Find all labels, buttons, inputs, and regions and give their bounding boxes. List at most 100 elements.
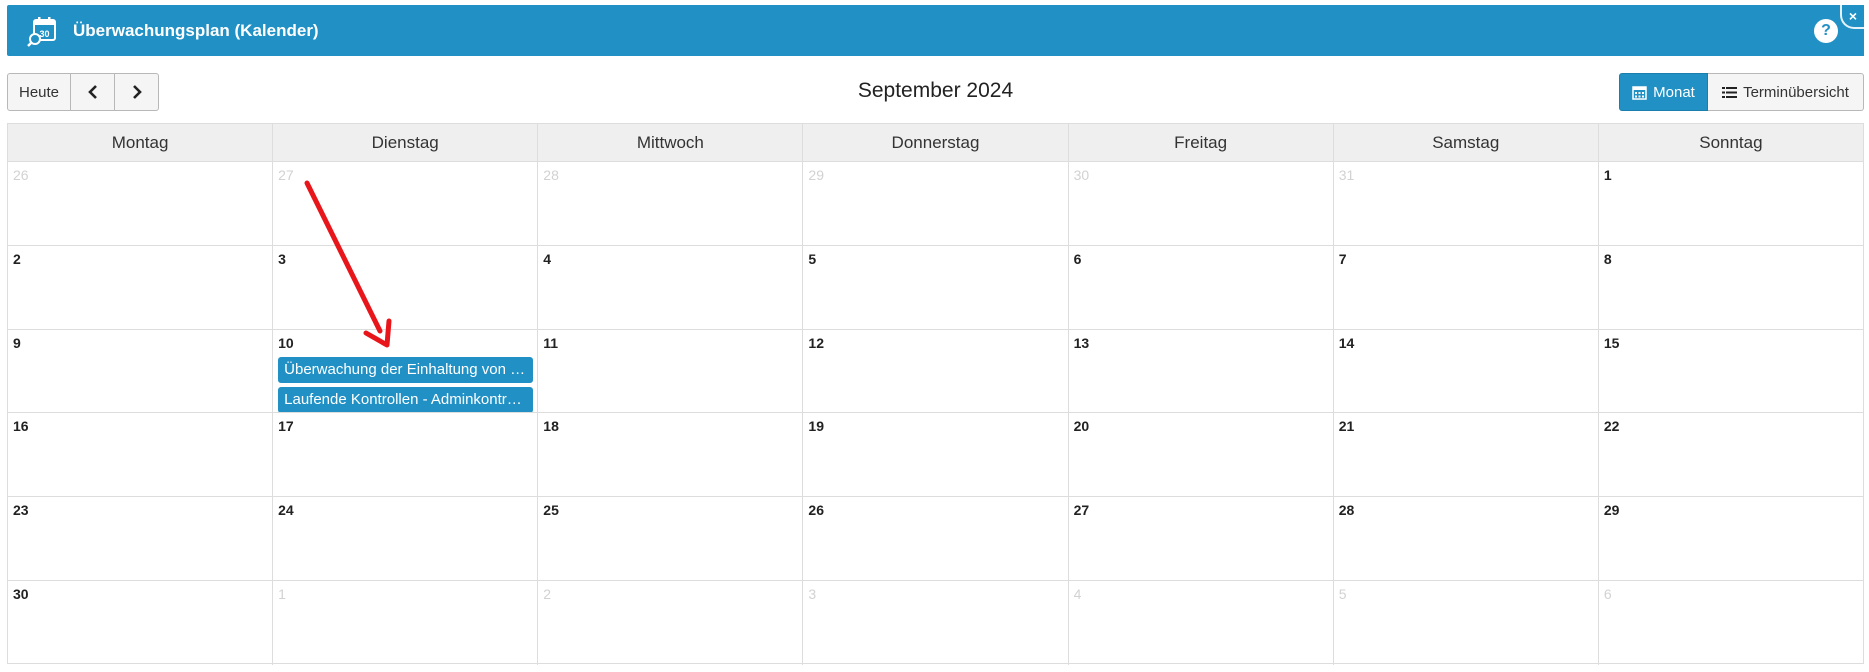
calendar-weeks: 26 27 28 29 30 31 1 2 3 4 5 6 7 8 9 10 Überwachung der E…: [8, 162, 1863, 665]
day-cell[interactable]: 20: [1067, 413, 1333, 497]
day-number: 30: [1073, 167, 1090, 183]
day-number: 16: [13, 418, 29, 435]
week-row: 26 27 28 29 30 31 1: [8, 162, 1863, 246]
day-cell[interactable]: 6: [1597, 580, 1863, 665]
day-number: 7: [1338, 250, 1347, 267]
day-number: 22: [1603, 418, 1620, 435]
weekday-header: Mittwoch: [537, 124, 802, 161]
month-calendar-grid: Montag Dienstag Mittwoch Donnerstag Frei…: [7, 123, 1864, 665]
weekday-header: Samstag: [1332, 124, 1598, 161]
day-number: 23: [13, 502, 29, 519]
day-cell[interactable]: 3: [802, 580, 1067, 665]
day-number: 6: [1603, 585, 1612, 602]
day-number: 15: [1603, 334, 1620, 351]
agenda-view-label: Terminübersicht: [1743, 83, 1849, 101]
day-cell[interactable]: 5: [1332, 580, 1598, 665]
calendar-event[interactable]: Überwachung der Einhaltung von Datenschu…: [278, 356, 534, 383]
day-cell[interactable]: 17: [272, 413, 537, 497]
day-number: 29: [1603, 502, 1620, 519]
window-titlebar: 30 Überwachungsplan (Kalender) ? ×: [7, 5, 1864, 56]
day-cell[interactable]: 27: [1067, 497, 1333, 580]
day-number: 6: [1073, 250, 1082, 267]
month-view-button[interactable]: Monat: [1619, 73, 1708, 111]
week-row: 9 10 Überwachung der Einhaltung von Datens…: [8, 329, 1863, 414]
day-cell[interactable]: 3: [272, 245, 537, 329]
day-number: 21: [1338, 418, 1355, 435]
day-cell[interactable]: 24: [272, 497, 537, 580]
day-cell[interactable]: 2: [537, 580, 802, 665]
day-cell[interactable]: 28: [1332, 497, 1598, 580]
current-month-title: September 2024: [857, 79, 1014, 102]
weekday-header: Freitag: [1067, 124, 1333, 161]
day-number: 11: [543, 334, 559, 351]
day-cell[interactable]: 4: [1067, 580, 1333, 665]
day-number: 29: [808, 167, 824, 183]
day-cell[interactable]: 30: [8, 581, 272, 665]
day-cell[interactable]: 14: [1332, 329, 1598, 413]
day-number: 18: [543, 418, 559, 435]
day-number: 19: [808, 418, 824, 435]
day-cell[interactable]: 26: [8, 162, 272, 245]
day-cell[interactable]: 1: [272, 580, 537, 665]
month-view-label: Monat: [1653, 83, 1695, 101]
view-button-group: Monat Terminübersicht: [1619, 73, 1864, 111]
day-number: 10: [278, 334, 294, 351]
calendar-event[interactable]: Laufende Kontrollen - Adminkontrollen: [278, 386, 534, 413]
day-number: 26: [808, 502, 824, 519]
day-cell[interactable]: 18: [537, 413, 802, 497]
day-cell[interactable]: 13: [1067, 329, 1333, 413]
close-icon[interactable]: ×: [1840, 5, 1864, 29]
day-cell[interactable]: 2: [8, 246, 272, 329]
day-cell[interactable]: 31: [1332, 162, 1598, 245]
day-number: 1: [278, 585, 286, 602]
day-number: 9: [13, 334, 21, 351]
day-cell[interactable]: 26: [802, 497, 1067, 580]
calendar-search-icon: 30: [25, 13, 61, 49]
day-number: 5: [1338, 585, 1347, 602]
day-cell[interactable]: 9: [8, 330, 272, 413]
day-cell[interactable]: 12: [802, 329, 1067, 413]
day-cell[interactable]: 16: [8, 413, 272, 496]
day-cell[interactable]: 8: [1597, 245, 1863, 329]
day-number: 31: [1338, 167, 1355, 183]
list-icon: [1722, 86, 1738, 99]
day-cell[interactable]: 7: [1332, 245, 1598, 329]
day-cell[interactable]: 5: [802, 245, 1067, 329]
day-cell[interactable]: 19: [802, 413, 1067, 497]
agenda-view-button[interactable]: Terminübersicht: [1708, 73, 1864, 111]
day-cell[interactable]: 4: [537, 245, 802, 329]
day-number: 28: [543, 167, 559, 183]
weekday-header: Sonntag: [1597, 124, 1863, 161]
day-number: 25: [543, 502, 559, 519]
window-title: Überwachungsplan (Kalender): [73, 20, 319, 40]
day-cell[interactable]: 28: [537, 162, 802, 245]
day-cell[interactable]: 27: [272, 162, 537, 245]
day-cell[interactable]: 1: [1597, 162, 1863, 245]
day-number: 26: [13, 167, 29, 183]
day-cell[interactable]: 22: [1597, 413, 1863, 497]
day-number: 17: [278, 418, 294, 435]
calendar-icon: [1632, 85, 1647, 100]
day-cell[interactable]: 15: [1597, 329, 1863, 413]
day-number: 5: [808, 250, 817, 267]
week-row: 2 3 4 5 6 7 8: [8, 245, 1863, 330]
day-cell[interactable]: 23: [8, 497, 272, 580]
day-cell[interactable]: 6: [1067, 245, 1333, 329]
day-cell[interactable]: 21: [1332, 413, 1598, 497]
day-number: 14: [1338, 334, 1355, 351]
day-number: 2: [13, 250, 21, 267]
day-cell[interactable]: 29: [1597, 497, 1863, 580]
weekday-header: Dienstag: [272, 124, 537, 161]
day-number: 27: [278, 167, 294, 183]
day-number: 4: [1073, 585, 1082, 602]
day-cell[interactable]: 11: [537, 329, 802, 413]
day-cell[interactable]: 25: [537, 497, 802, 580]
day-number: 13: [1073, 334, 1090, 351]
day-number: 4: [543, 250, 552, 267]
day-cell[interactable]: 10 Überwachung der Einhaltung von Datensc…: [272, 329, 537, 413]
day-cell[interactable]: 30: [1067, 162, 1333, 245]
svg-text:30: 30: [39, 29, 49, 39]
day-cell[interactable]: 29: [802, 162, 1067, 245]
weekday-header-row: Montag Dienstag Mittwoch Donnerstag Frei…: [8, 124, 1863, 162]
help-icon[interactable]: ?: [1814, 19, 1838, 43]
